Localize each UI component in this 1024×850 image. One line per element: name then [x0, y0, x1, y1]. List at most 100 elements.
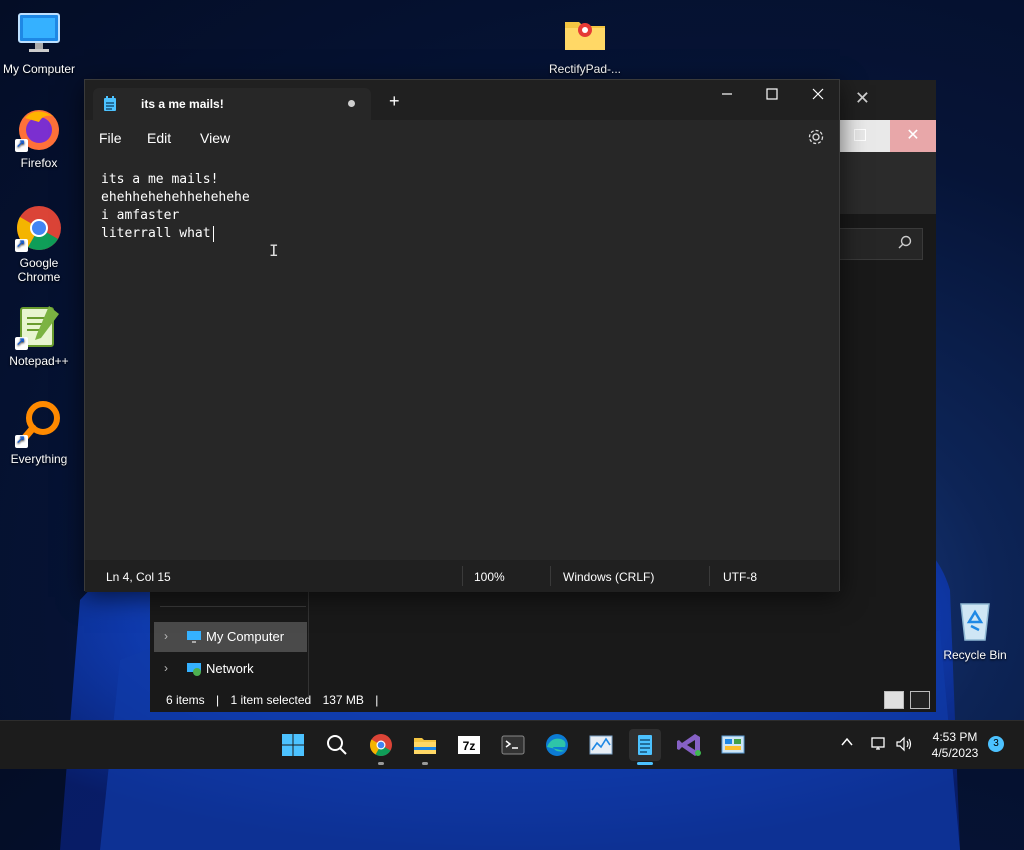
7zip-icon: 7z [458, 736, 480, 754]
chevron-up-icon [841, 737, 853, 746]
notepad-titlebar[interactable]: its a me mails! + [85, 80, 839, 120]
search-button[interactable] [321, 729, 353, 761]
notification-badge[interactable]: 3 [988, 736, 1004, 752]
notepad-window[interactable]: its a me mails! + File Edit View its a m… [84, 79, 840, 592]
edge-icon [546, 734, 568, 756]
taskbar-clock[interactable]: 4:53 PM 4/5/2023 [926, 729, 984, 761]
notepad-icon [638, 735, 652, 755]
chrome-icon [15, 204, 63, 252]
taskbar-visual-studio[interactable] [673, 729, 705, 761]
explorer-navigation-pane: › My Computer › Network [150, 592, 310, 692]
running-indicator [378, 762, 384, 765]
magnifier-icon [15, 400, 63, 448]
notepad-icon [103, 96, 117, 117]
desktop-icon-recycle-bin[interactable]: Recycle Bin [933, 596, 1017, 662]
desktop-icon-label: Recycle Bin [943, 648, 1007, 662]
notepad-menu-bar: File Edit View [85, 120, 839, 156]
maximize-icon[interactable] [854, 129, 866, 141]
network-status-icon[interactable] [870, 735, 888, 758]
start-button[interactable] [277, 729, 309, 761]
chevron-right-icon[interactable]: › [164, 661, 168, 675]
desktop-icon-everything[interactable]: Everything [0, 400, 81, 466]
taskbar-notepad[interactable] [629, 729, 661, 765]
status-divider [550, 566, 551, 586]
menu-view[interactable]: View [200, 130, 230, 146]
tab-its-a-me-mails[interactable]: its a me mails! [93, 88, 371, 120]
nav-item-network[interactable]: › Network [154, 654, 307, 684]
clock-time: 4:53 PM [932, 730, 978, 744]
unsaved-indicator-icon[interactable] [348, 100, 355, 107]
nav-item-my-computer[interactable]: › My Computer [154, 622, 307, 652]
taskbar-control-panel[interactable] [717, 729, 749, 761]
status-divider [709, 566, 710, 586]
show-hidden-icons-button[interactable] [840, 735, 854, 752]
visual-studio-icon [677, 734, 701, 756]
selection-count: 1 item selected [230, 693, 312, 707]
taskbar-chrome[interactable] [365, 729, 397, 765]
shortcut-arrow-icon [15, 237, 28, 252]
taskbar-7zip[interactable]: 7z [453, 729, 485, 761]
close-icon[interactable]: ✕ [890, 120, 936, 152]
terminal-icon [501, 735, 525, 755]
search-icon [898, 235, 912, 254]
details-view-icon[interactable] [883, 691, 904, 709]
editor-line: its a me mails! [101, 172, 219, 187]
desktop-icon-notepadpp[interactable]: Notepad++ [0, 302, 81, 368]
running-indicator [422, 762, 428, 765]
new-tab-button[interactable]: + [389, 92, 400, 110]
network-icon [186, 661, 202, 677]
start-icon [282, 734, 304, 756]
volume-icon[interactable] [895, 735, 913, 758]
chrome-icon [370, 734, 392, 756]
folder-icon [561, 10, 609, 58]
zoom-level: 100% [474, 570, 505, 584]
cursor-position: Ln 4, Col 15 [106, 570, 171, 584]
menu-edit[interactable]: Edit [147, 130, 171, 146]
desktop-icon-label: My Computer [2, 62, 76, 76]
text-caret [213, 226, 214, 242]
explorer-close-icon[interactable]: ✕ [855, 88, 870, 109]
chevron-right-icon[interactable]: › [164, 629, 168, 643]
shortcut-arrow-icon [15, 335, 28, 350]
desktop-icon-google-chrome[interactable]: Google Chrome [0, 204, 81, 284]
text-editor[interactable]: its a me mails! ehehhehehehhehehehe i am… [85, 156, 839, 560]
maximize-button[interactable] [749, 80, 795, 112]
taskbar-task-manager[interactable] [585, 729, 617, 761]
desktop-icon-my-computer[interactable]: My Computer [0, 10, 81, 76]
taskbar-terminal[interactable] [497, 729, 529, 761]
explorer-search-box[interactable] [840, 228, 923, 260]
running-indicator [637, 762, 653, 765]
explorer-toolbar [840, 152, 936, 214]
monitor-icon [15, 10, 63, 58]
explorer-inactive-dialog-controls: ✕ [840, 120, 936, 152]
nav-item-label: My Computer [206, 629, 285, 644]
selection-size: 137 MB [322, 693, 364, 707]
minimize-button[interactable] [704, 80, 750, 112]
desktop-icon-label: Google Chrome [17, 256, 61, 284]
taskbar: 7z 4:53 PM 4/5/2023 3 [0, 720, 1024, 769]
taskbar-edge[interactable] [541, 729, 573, 761]
taskbar-file-explorer[interactable] [409, 729, 441, 765]
large-icons-view-icon[interactable] [910, 691, 930, 709]
file-explorer-icon [414, 738, 436, 754]
explorer-pane-splitter[interactable] [308, 592, 309, 704]
item-count: 6 items [166, 693, 205, 707]
tab-title: its a me mails! [141, 97, 224, 111]
settings-button[interactable] [807, 128, 825, 151]
desktop-icon-label: RectifyPad-... [548, 62, 622, 76]
gear-icon [808, 129, 824, 145]
nav-item-label: Network [206, 661, 254, 676]
recycle-bin-icon [951, 596, 999, 644]
editor-line: i amfaster [101, 208, 180, 223]
shortcut-arrow-icon [15, 137, 28, 152]
line-ending: Windows (CRLF) [563, 570, 655, 584]
close-button[interactable] [795, 80, 841, 112]
firefox-icon [15, 104, 63, 152]
svg-text:7z: 7z [463, 739, 476, 753]
menu-file[interactable]: File [99, 130, 122, 146]
monitor-icon [186, 629, 202, 645]
desktop-icon-rectifypad[interactable]: RectifyPad-... [543, 10, 627, 76]
task-manager-icon [589, 735, 613, 755]
desktop-icon-firefox[interactable]: Firefox [0, 104, 81, 170]
ibeam-cursor-icon: I [269, 241, 279, 260]
